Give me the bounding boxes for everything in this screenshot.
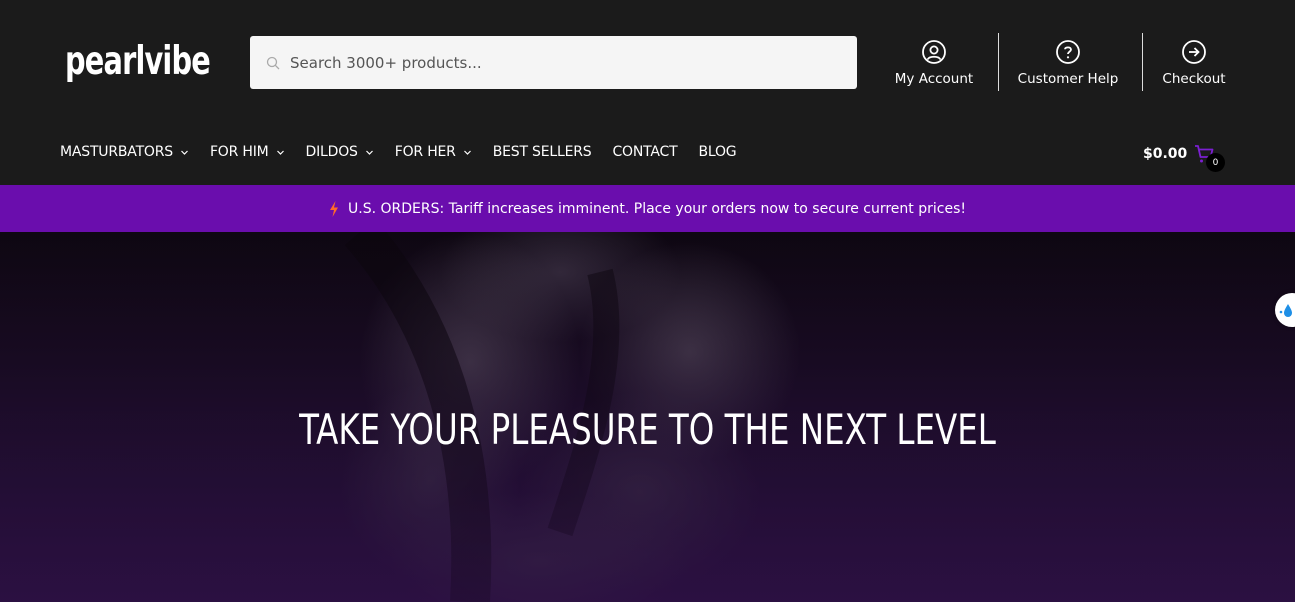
customer-help-link[interactable]: Customer Help xyxy=(1008,33,1128,91)
chevron-down-icon xyxy=(181,150,188,155)
arrow-right-circle-icon xyxy=(1182,40,1206,64)
chevron-down-icon xyxy=(463,150,471,155)
nav-item-label: FOR HER xyxy=(394,144,456,160)
water-drop-icon xyxy=(1279,304,1292,317)
nav-item-label: BEST SELLERS xyxy=(492,144,592,160)
checkout-link[interactable]: Checkout xyxy=(1150,33,1238,91)
my-account-label: My Account xyxy=(894,71,974,87)
site-header: pearlvibe My Account Cus xyxy=(0,0,1295,185)
page: pearlvibe My Account Cus xyxy=(0,0,1295,602)
nav-item-blog[interactable]: BLOG xyxy=(698,144,736,160)
lightning-bolt-icon xyxy=(330,200,339,217)
nav-item-label: MASTURBATORS xyxy=(60,144,173,160)
nav-item-label: CONTACT xyxy=(612,144,678,160)
chevron-down-icon xyxy=(276,150,284,155)
chevron-down-icon xyxy=(365,150,373,155)
announcement-banner: U.S. ORDERS: Tariff increases imminent. … xyxy=(0,185,1295,232)
nav-item-contact[interactable]: CONTACT xyxy=(612,144,677,160)
checkout-label: Checkout xyxy=(1162,71,1226,87)
cart-count-badge: 0 xyxy=(1206,153,1225,172)
nav-item-masturbators[interactable]: MASTURBATORS xyxy=(60,144,189,160)
site-logo[interactable]: pearlvibe xyxy=(65,38,211,86)
customer-help-label: Customer Help xyxy=(1017,71,1119,87)
nav-item-for-him[interactable]: FOR HIM xyxy=(210,144,285,160)
divider xyxy=(1142,33,1143,91)
nav-item-label: DILDOS xyxy=(305,144,358,160)
search-bar xyxy=(250,36,857,89)
mini-cart[interactable]: $0.00 0 xyxy=(1143,143,1225,172)
search-icon[interactable] xyxy=(266,56,280,70)
search-input[interactable] xyxy=(290,36,850,89)
user-circle-icon xyxy=(922,40,946,64)
nav-item-dildos[interactable]: DILDOS xyxy=(306,144,374,160)
divider xyxy=(998,33,999,91)
hero-title: TAKE YOUR PLEASURE TO THE NEXT LEVEL xyxy=(299,405,996,454)
nav-item-label: BLOG xyxy=(698,144,737,160)
nav-item-label: FOR HIM xyxy=(209,144,269,160)
banner-text: U.S. ORDERS: Tariff increases imminent. … xyxy=(348,200,966,217)
cart-total: $0.00 xyxy=(1143,146,1188,162)
my-account-link[interactable]: My Account xyxy=(880,33,988,91)
nav-item-best-sellers[interactable]: BEST SELLERS xyxy=(493,144,592,160)
nav-item-for-her[interactable]: FOR HER xyxy=(395,144,472,160)
question-circle-icon xyxy=(1056,40,1080,64)
hero-section: TAKE YOUR PLEASURE TO THE NEXT LEVEL xyxy=(0,232,1295,602)
main-nav: MASTURBATORS FOR HIM DILDOS FOR HER BEST… xyxy=(60,144,757,160)
